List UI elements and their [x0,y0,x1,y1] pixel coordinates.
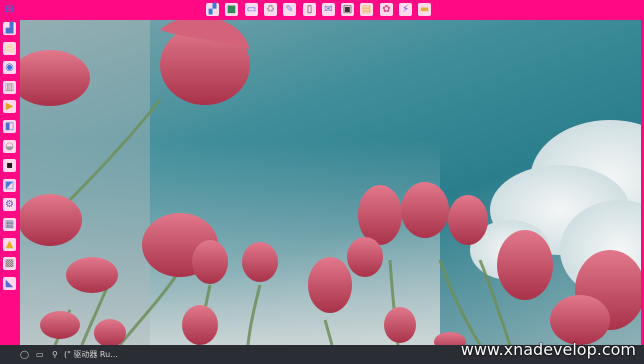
document-app-icon[interactable]: ▤ [360,3,373,16]
media-player-icon[interactable]: ▣ [341,3,354,16]
globe-browser-icon[interactable]: ◉ [3,61,16,74]
phone-app-icon[interactable]: ▯ [303,3,316,16]
recycle-bin-icon[interactable]: ♻ [264,3,277,16]
taskbar-tray-text: (" 驱动器 Ru... [64,350,118,359]
start-button[interactable]: ◯ [20,348,29,361]
mail-app-icon[interactable]: ✉ [322,3,335,16]
gears-settings-icon[interactable]: ⚙ [3,198,16,211]
network-monitor-icon[interactable]: ▟ [3,22,16,35]
paint-app-icon[interactable]: ✿ [380,3,393,16]
desktop-wallpaper [20,20,641,345]
top-launcher-bar: ▞ ■ ▭ ♻ ✎ ▯ ✉ ▣ ▤ ✿ ⚡ ▬ [0,0,644,20]
windows-logo-icon[interactable]: ⊞ [3,3,16,16]
slideshow-app-icon[interactable]: ▶ [3,100,16,113]
notes-app-icon[interactable]: ✎ [283,3,296,16]
explorer-window-icon[interactable]: ▞ [206,3,219,16]
display-window-icon[interactable]: ▭ [245,3,258,16]
folder-icon[interactable]: ▬ [418,3,431,16]
terminal-app-icon[interactable]: ■ [225,3,238,16]
lock-security-icon[interactable]: ▲ [3,238,16,251]
command-prompt-icon[interactable]: ▪ [3,159,16,172]
tulip-wallpaper-image [20,20,641,345]
task-view-button[interactable]: ▭ [36,348,44,361]
user-switch-icon[interactable]: ◣ [3,277,16,290]
system-settings-icon[interactable]: ◧ [3,120,16,133]
device-manager-icon[interactable]: ▦ [3,218,16,231]
network-tools-icon[interactable]: ⚡ [399,3,412,16]
search-icon[interactable]: ⚲ [52,348,58,361]
remote-desktop-icon[interactable]: ◩ [3,179,16,192]
disk-drive-icon[interactable]: ◒ [3,140,16,153]
archive-app-icon[interactable]: ▥ [3,81,16,94]
watermark-text: www.xnadevelop.com [460,340,636,359]
side-launcher-bar: ▟ ▤ ◉ ▥ ▶ ◧ ◒ ▪ ◩ ⚙ ▦ ▲ ▩ ◣ [0,20,20,345]
notepad-icon[interactable]: ▤ [3,42,16,55]
printer-icon[interactable]: ▩ [3,257,16,270]
